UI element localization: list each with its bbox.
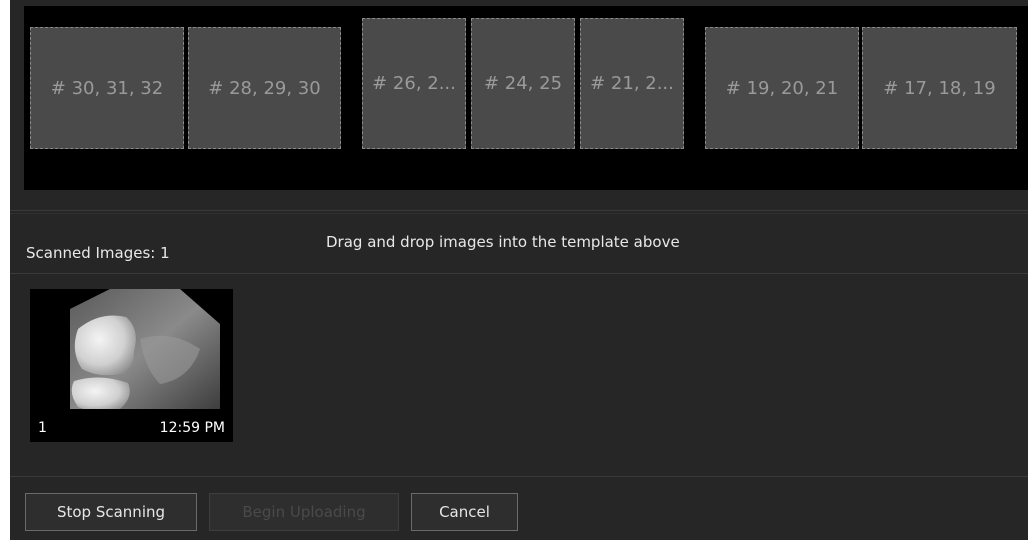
template-slot-label: # 24, 25 <box>483 73 563 94</box>
section-divider <box>10 210 1028 211</box>
begin-uploading-button[interactable]: Begin Uploading <box>209 493 399 531</box>
scanned-image-thumbnail[interactable]: 1 12:59 PM <box>30 289 233 442</box>
scanned-images-count: Scanned Images: 1 <box>26 244 170 262</box>
xray-template: # 30, 31, 32 # 28, 29, 30 # 26, 2... # 2… <box>24 6 1028 190</box>
template-slot-30-31-32[interactable]: # 30, 31, 32 <box>30 27 184 149</box>
template-slot-17-18-19[interactable]: # 17, 18, 19 <box>862 27 1017 149</box>
section-divider <box>10 273 1028 274</box>
template-slot-19-20-21[interactable]: # 19, 20, 21 <box>705 27 859 149</box>
template-slot-label: # 19, 20, 21 <box>725 77 839 99</box>
template-slot-28-29-30[interactable]: # 28, 29, 30 <box>188 27 341 149</box>
template-slot-24-25[interactable]: # 24, 25 <box>471 18 575 149</box>
template-slot-21-22[interactable]: # 21, 2... <box>580 18 684 149</box>
stop-scanning-button[interactable]: Stop Scanning <box>25 493 197 531</box>
drag-drop-instructions: Drag and drop images into the template a… <box>326 233 680 251</box>
section-divider <box>10 213 1028 214</box>
template-slot-label: # 30, 31, 32 <box>50 77 164 99</box>
thumbnail-timestamp: 12:59 PM <box>159 420 225 436</box>
template-slot-label: # 26, 2... <box>372 73 456 94</box>
thumbnail-index: 1 <box>38 420 47 436</box>
section-divider <box>10 476 1028 477</box>
template-slot-label: # 17, 18, 19 <box>883 77 996 99</box>
template-slot-label: # 28, 29, 30 <box>208 77 321 99</box>
template-slot-label: # 21, 2... <box>590 73 674 94</box>
cancel-button[interactable]: Cancel <box>411 493 518 531</box>
scan-dialog: # 30, 31, 32 # 28, 29, 30 # 26, 2... # 2… <box>10 0 1028 540</box>
template-slot-26-27[interactable]: # 26, 2... <box>362 18 466 149</box>
